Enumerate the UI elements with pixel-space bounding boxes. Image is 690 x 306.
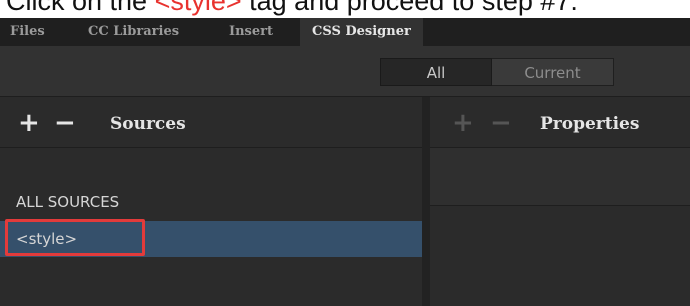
filter-all-button[interactable]: All bbox=[380, 58, 492, 86]
sources-header: + − Sources bbox=[0, 97, 422, 147]
add-property-icon: + bbox=[452, 108, 474, 138]
properties-empty-row bbox=[430, 148, 690, 206]
filter-bar: All Current bbox=[0, 46, 690, 96]
sources-header-divider bbox=[0, 147, 422, 148]
tab-css-designer[interactable]: CSS Designer bbox=[300, 18, 423, 46]
tab-insert[interactable]: Insert bbox=[229, 18, 273, 46]
properties-header: + − Properties bbox=[430, 97, 690, 147]
sources-pane: + − Sources ALL SOURCES <style> bbox=[0, 97, 422, 306]
sources-title: Sources bbox=[110, 114, 186, 134]
caption-text-after: tag and proceed to step #7. bbox=[241, 0, 578, 16]
source-item-all-sources[interactable]: ALL SOURCES bbox=[0, 184, 422, 220]
filter-current-button[interactable]: Current bbox=[492, 58, 614, 86]
caption-text-before: Click on the bbox=[6, 0, 155, 16]
caption-highlight: <style> bbox=[154, 0, 242, 16]
css-designer-app: Files CC Libraries Insert CSS Designer A… bbox=[0, 18, 690, 306]
add-source-icon[interactable]: + bbox=[18, 103, 40, 143]
tab-files[interactable]: Files bbox=[10, 18, 45, 46]
pane-splitter[interactable] bbox=[422, 97, 430, 306]
properties-pane: + − Properties bbox=[430, 97, 690, 306]
panel-tab-bar: Files CC Libraries Insert CSS Designer bbox=[0, 18, 690, 46]
source-item-label: ALL SOURCES bbox=[16, 193, 120, 211]
instruction-caption: Click on the <style> tag and proceed to … bbox=[0, 0, 690, 18]
highlight-annotation-box bbox=[5, 219, 145, 256]
remove-source-icon[interactable]: − bbox=[54, 103, 76, 143]
remove-property-icon: − bbox=[490, 108, 512, 138]
properties-title: Properties bbox=[540, 114, 640, 134]
tab-cc-libraries[interactable]: CC Libraries bbox=[88, 18, 179, 46]
